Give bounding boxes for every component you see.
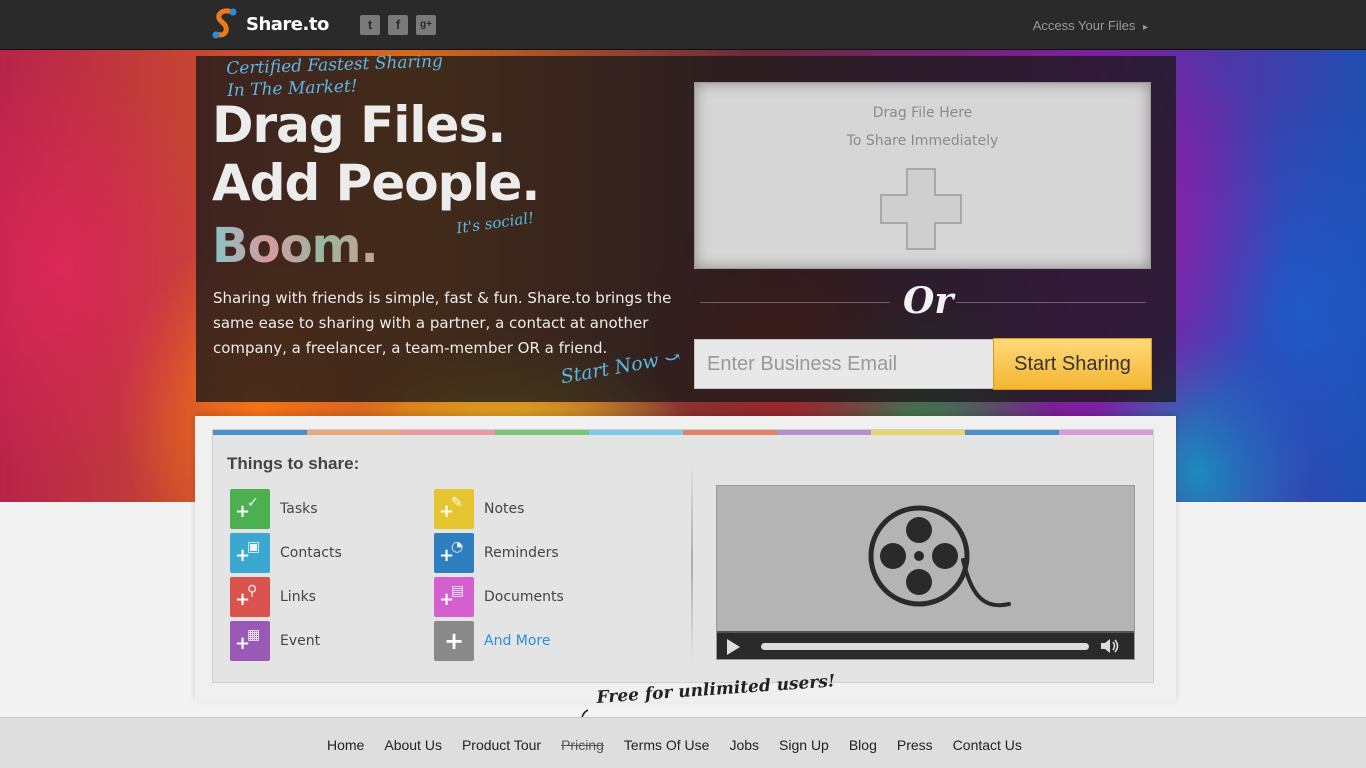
footer-link-home[interactable]: Home — [327, 737, 364, 753]
share-item-label: Reminders — [484, 545, 559, 561]
footer-link-blog[interactable]: Blog — [849, 737, 877, 753]
or-line-left — [700, 302, 890, 303]
share-item-notes[interactable]: + ✎ Notes — [434, 489, 524, 529]
plus-icon — [879, 167, 963, 251]
footer-link-pricing[interactable]: Pricing — [561, 737, 604, 753]
share-item-label: Tasks — [280, 501, 318, 517]
progress-track[interactable] — [761, 643, 1089, 650]
chevron-right-icon: ▸ — [1142, 22, 1148, 33]
strip-segment — [589, 430, 683, 435]
footer-nav: Home About Us Product Tour Pricing Terms Of … — [327, 737, 1042, 753]
strip-segment — [495, 430, 589, 435]
video-controls — [717, 631, 1134, 659]
things-card: Things to share: + ✓ Tasks + ▣ Contacts + ⚲ Link… — [212, 429, 1154, 683]
footer-link-sign-up[interactable]: Sign Up — [779, 737, 829, 753]
social-links: t f g+ — [360, 15, 436, 35]
share-item-label: Contacts — [280, 545, 342, 561]
footer-link-press[interactable]: Press — [897, 737, 933, 753]
strip-segment — [401, 430, 495, 435]
color-strip — [213, 430, 1153, 435]
video-player[interactable] — [716, 485, 1135, 660]
share-item-event[interactable]: + ▦ Event — [230, 621, 320, 661]
strip-segment — [965, 430, 1059, 435]
share-logo-icon — [212, 6, 240, 42]
share-item-documents[interactable]: + ▤ Documents — [434, 577, 564, 617]
play-icon[interactable] — [727, 639, 740, 655]
footer-link-product-tour[interactable]: Product Tour — [462, 737, 541, 753]
contacts-icon: + ▣ — [230, 533, 270, 573]
or-separator: Or — [700, 280, 1146, 322]
strip-segment — [1059, 430, 1153, 435]
logo[interactable]: Share.to — [212, 6, 329, 42]
film-reel-icon — [867, 504, 1013, 616]
footer-link-jobs[interactable]: Jobs — [729, 737, 759, 753]
reminders-icon: + ◔ — [434, 533, 474, 573]
access-files-link[interactable]: Access Your Files ▸ — [1033, 18, 1148, 33]
or-line-right — [956, 302, 1146, 303]
start-sharing-button[interactable]: Start Sharing — [993, 338, 1152, 390]
things-title: Things to share: — [227, 454, 360, 473]
tasks-icon: + ✓ — [230, 489, 270, 529]
and-more-icon: + — [434, 621, 474, 661]
top-bar: Share.to t f g+ Access Your Files ▸ — [0, 0, 1366, 50]
share-item-label: Notes — [484, 501, 525, 517]
event-icon: + ▦ — [230, 621, 270, 661]
strip-segment — [213, 430, 307, 435]
footer-link-terms-of-use[interactable]: Terms Of Use — [624, 737, 710, 753]
headline-line3: Boom. — [212, 218, 379, 274]
share-item-tasks[interactable]: + ✓ Tasks — [230, 489, 318, 529]
footer-link-contact-us[interactable]: Contact Us — [953, 737, 1022, 753]
share-item-contacts[interactable]: + ▣ Contacts — [230, 533, 342, 573]
footer-link-about-us[interactable]: About Us — [384, 737, 442, 753]
tagline: Certified Fastest Sharing In The Market! — [226, 50, 444, 102]
volume-icon[interactable] — [1100, 638, 1120, 658]
strip-segment — [777, 430, 871, 435]
file-drop-zone[interactable]: Drag File Here To Share Immediately — [694, 82, 1151, 269]
share-item-label: Links — [280, 589, 316, 605]
headline-line1: Drag Files. — [212, 96, 506, 154]
documents-icon: + ▤ — [434, 577, 474, 617]
share-item-label: Event — [280, 633, 321, 649]
share-item-label: Documents — [484, 589, 564, 605]
access-files-label: Access Your Files — [1032, 18, 1136, 33]
or-text: Or — [903, 280, 954, 322]
links-icon: + ⚲ — [230, 577, 270, 617]
headline-line2: Add People. — [212, 154, 540, 212]
strip-segment — [307, 430, 401, 435]
dropzone-line2: To Share Immediately — [846, 133, 999, 149]
google-plus-icon[interactable]: g+ — [416, 15, 436, 35]
share-item-label[interactable]: And More — [484, 633, 551, 649]
strip-segment — [683, 430, 777, 435]
footer: Home About Us Product Tour Pricing Terms Of … — [0, 717, 1366, 768]
hero-description: Sharing with friends is simple, fast & f… — [213, 289, 672, 357]
brand-name: Share.to — [246, 13, 329, 35]
facebook-icon[interactable]: f — [388, 15, 408, 35]
share-item-reminders[interactable]: + ◔ Reminders — [434, 533, 559, 573]
share-item-links[interactable]: + ⚲ Links — [230, 577, 316, 617]
vertical-divider — [691, 460, 693, 665]
notes-icon: + ✎ — [434, 489, 474, 529]
business-email-input[interactable]: Enter Business Email — [694, 339, 994, 389]
twitter-icon[interactable]: t — [360, 15, 380, 35]
dropzone-line1: Drag File Here — [872, 105, 973, 121]
strip-segment — [871, 430, 965, 435]
headline: Drag Files. Add People. — [212, 96, 540, 212]
share-item-and-more[interactable]: + And More — [434, 621, 551, 661]
